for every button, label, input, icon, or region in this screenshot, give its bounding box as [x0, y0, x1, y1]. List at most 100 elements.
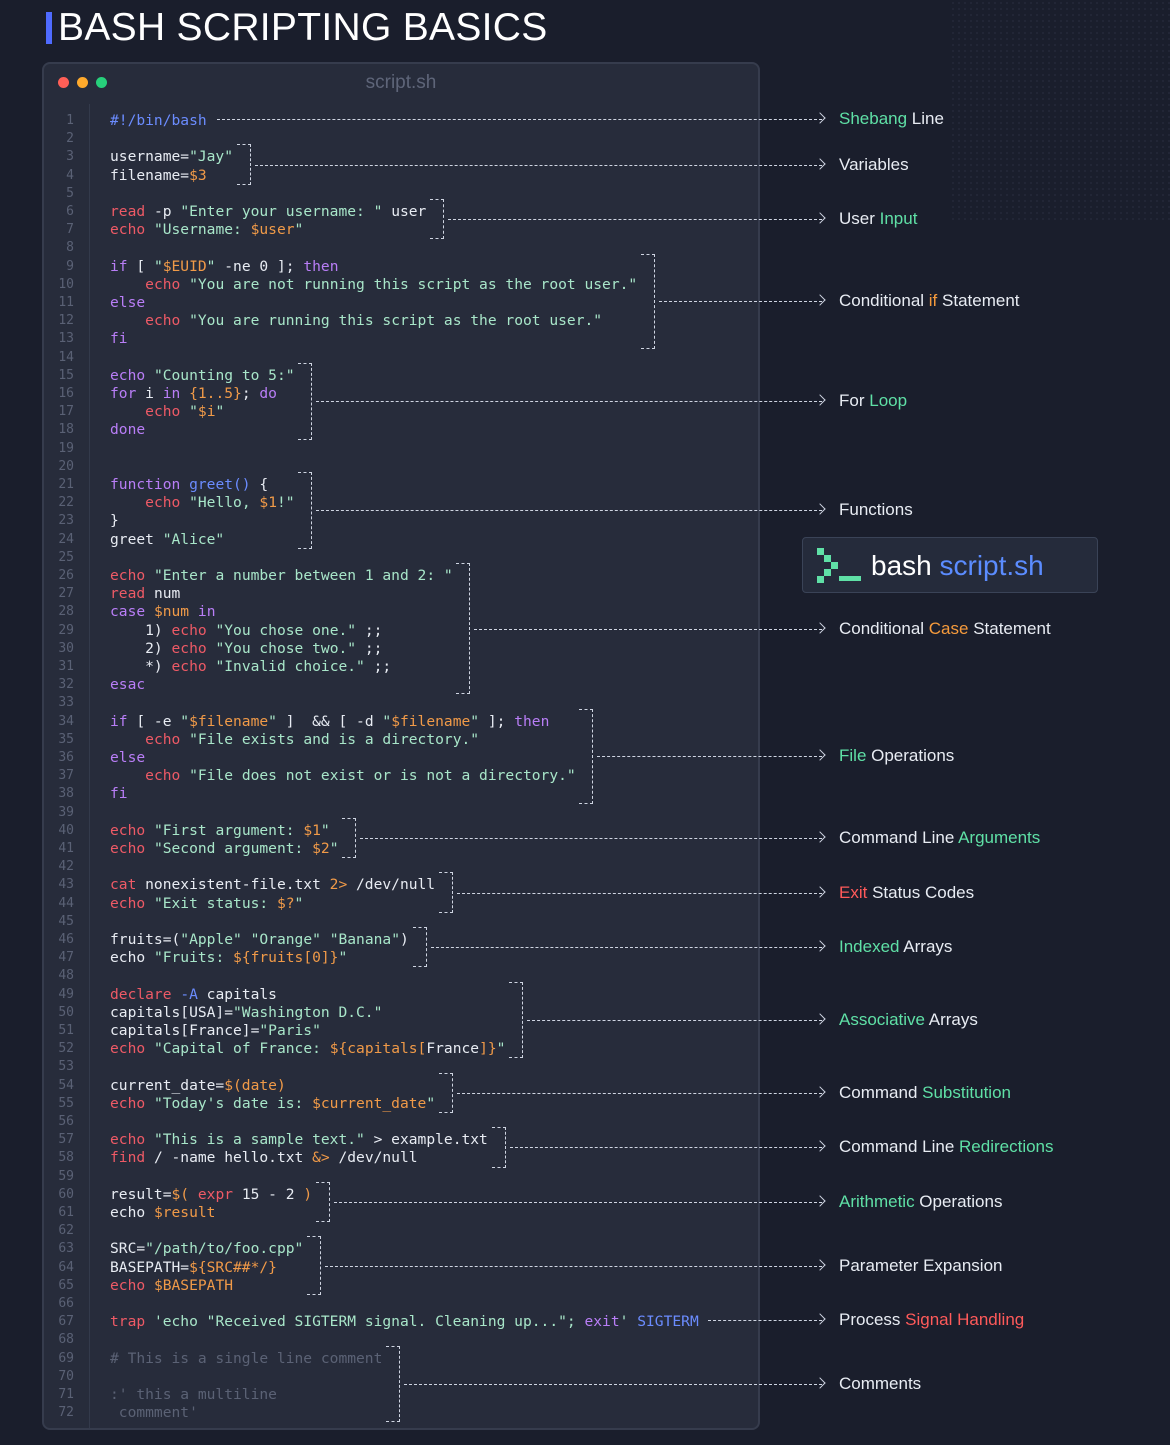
code-line: 2) echo "You chose two." ;; [110, 640, 382, 658]
line-number: 68 [58, 1332, 74, 1348]
code-line: current_date=$(date) [110, 1077, 286, 1095]
code-line: done [110, 421, 145, 439]
code-line: read -p "Enter your username: " user [110, 203, 426, 221]
label-part: Process [839, 1310, 906, 1330]
code-token: capitals[France]= [110, 1022, 260, 1039]
code-token: -A [180, 985, 198, 1003]
bracket-for-loop [298, 362, 313, 440]
code-token: "File exists and is a directory." [189, 730, 480, 748]
label-part: Redirections [959, 1137, 1054, 1157]
label-user-input: User Input [839, 209, 917, 229]
bracket-variables [236, 144, 251, 185]
code-token: " [496, 1040, 506, 1058]
code-token: "You are not running this script as the … [189, 275, 638, 293]
code-line: result=$( expr 15 - 2 ) [110, 1186, 312, 1204]
label-part: Associative [839, 1010, 925, 1029]
line-number: 37 [58, 768, 74, 784]
code-token: -p [145, 203, 181, 220]
label-indexed-arrays: Indexed Arrays [839, 937, 952, 957]
background-dot-pattern [950, 0, 1170, 220]
line-number: 49 [58, 986, 74, 1002]
code-token: "Capital of France: [153, 1040, 330, 1058]
line-number: 34 [58, 713, 74, 729]
code-token: in [162, 385, 181, 402]
line-number: 22 [58, 495, 74, 511]
arrow-file-operations [597, 756, 822, 758]
label-part: Command Line [839, 1137, 960, 1157]
code-token: find [110, 1149, 146, 1167]
code-token: "Counting to 5:" [153, 366, 295, 384]
code-line: echo "Enter a number between 1 and 2: " [110, 567, 453, 585]
arrow-associative-arrays [527, 1020, 822, 1021]
line-number: 40 [58, 822, 74, 838]
code-token: num [145, 585, 181, 603]
line-number: 20 [58, 458, 74, 474]
code-line: username="Jay" [110, 148, 233, 166]
arrow-process-signal-handling [708, 1320, 822, 1322]
code-line: 1) echo "You chose one." ;; [110, 622, 382, 640]
code-token: $2 [312, 840, 330, 857]
code-token: read [110, 203, 146, 220]
line-number: 42 [58, 859, 74, 875]
code-token: else [110, 749, 146, 766]
code-token: echo [110, 366, 146, 384]
code-token: result= [110, 1185, 172, 1203]
code-token: $EUID [162, 257, 207, 275]
line-number: 54 [58, 1077, 74, 1093]
label-file-operations: File Operations [839, 746, 954, 766]
arrow-conditional-case [474, 628, 822, 630]
code-token: } [110, 512, 119, 530]
label-part: Indexed [839, 937, 900, 957]
label-part: Line [907, 109, 944, 129]
label-part: For [839, 391, 870, 411]
code-token: BASEPATH= [110, 1258, 190, 1276]
code-line: capitals[USA]="Washington D.C." [110, 1004, 382, 1022]
code-token: France [426, 1040, 480, 1058]
code-token: $3 [189, 166, 207, 184]
arrow-command-line-arguments [360, 838, 822, 839]
line-number: 52 [58, 1041, 74, 1057]
code-line: echo "Username: $user" [110, 221, 303, 239]
label-part: Statement [968, 618, 1051, 638]
code-token: ] && [ -d [276, 712, 383, 730]
code-token: echo [145, 494, 181, 512]
line-number: 7 [66, 222, 74, 238]
arrow-command-line-redirections [509, 1147, 822, 1149]
editor-filename: script.sh [365, 72, 437, 93]
code-line: SRC="/path/to/foo.cpp" [110, 1240, 303, 1258]
code-token: echo [145, 275, 181, 293]
line-number: 36 [58, 750, 74, 765]
label-part: Command [839, 1082, 923, 1102]
code-token: echo [110, 1276, 146, 1294]
code-token: {1..5} [189, 385, 242, 402]
arrow-comments [404, 1384, 822, 1385]
code-line: fi [110, 785, 128, 803]
label-part: if [928, 291, 938, 311]
code-line: echo "This is a sample text." > example.… [110, 1131, 488, 1149]
bracket-arithmetic-operations [315, 1181, 330, 1223]
line-number: 60 [58, 1186, 74, 1202]
code-token: "This is a sample text." [153, 1131, 365, 1149]
label-process-signal-handling: Process Signal Handling [839, 1310, 1024, 1330]
arrow-indexed-arrays [430, 947, 822, 949]
arrow-conditional-if [658, 301, 822, 303]
line-number: 10 [58, 276, 74, 292]
code-line: #!/bin/bash [110, 112, 207, 130]
code-token: "Today's date is: [153, 1094, 313, 1112]
label-part: Operations [866, 746, 955, 766]
code-token: echo [145, 403, 181, 421]
code-token: echo [171, 658, 207, 675]
code-token: ;; [364, 658, 392, 675]
arrow-command-substitution [456, 1092, 822, 1094]
code-line: trap 'echo "Received SIGTERM signal. Cle… [110, 1313, 699, 1331]
line-number: 51 [58, 1023, 74, 1038]
bracket-command-line-redirections [491, 1127, 506, 1168]
code-line: echo $BASEPATH [110, 1277, 233, 1295]
code-token: ;; [356, 621, 383, 639]
